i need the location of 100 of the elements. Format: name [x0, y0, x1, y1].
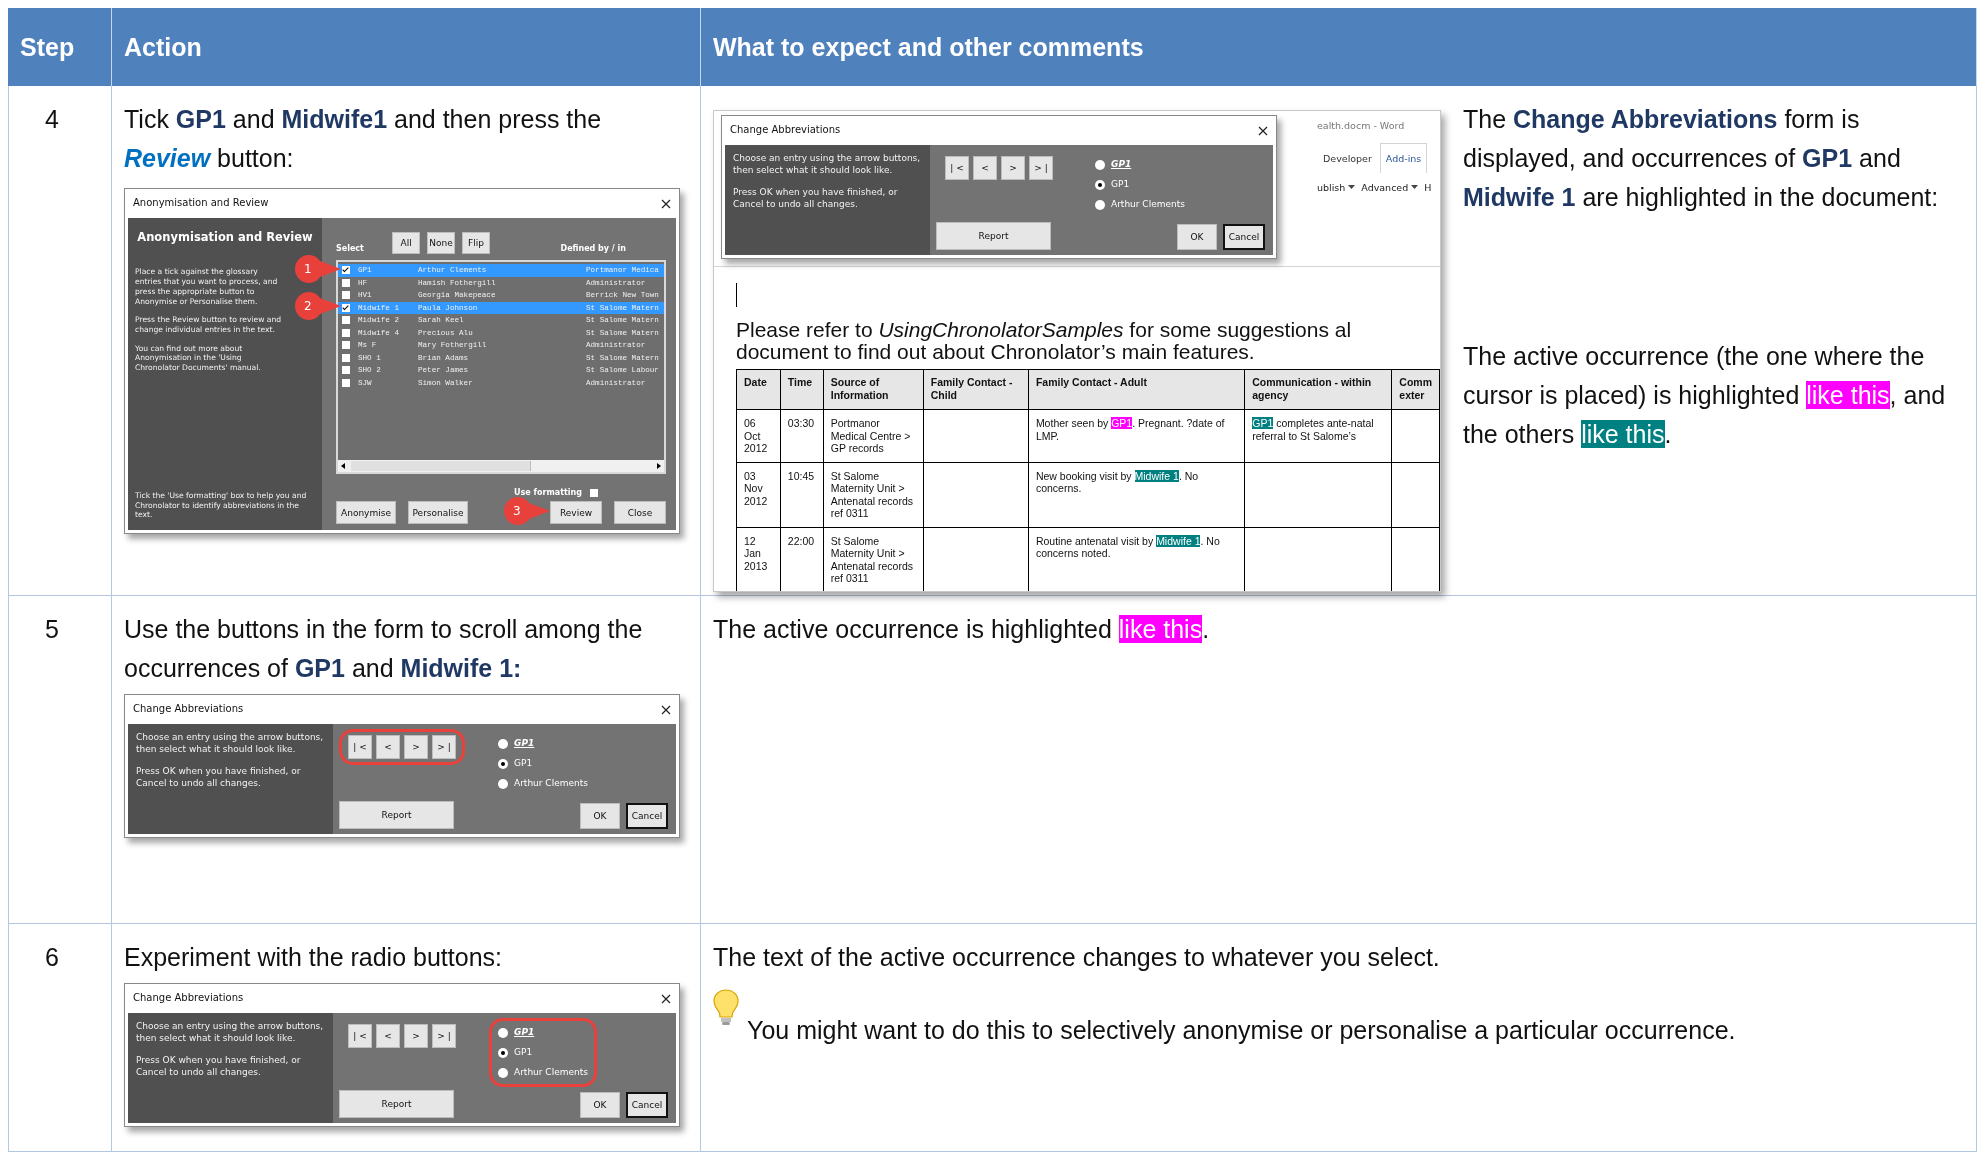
- radio-option[interactable]: GP1: [498, 1024, 588, 1041]
- checkbox[interactable]: [342, 328, 350, 337]
- radio-option[interactable]: GP1: [498, 1044, 588, 1061]
- caret-icon: [1411, 185, 1419, 191]
- instruction-text: Press OK when you have finished, or Cancel to undo all changes.: [733, 187, 899, 211]
- cancel-button[interactable]: Cancel: [626, 803, 668, 829]
- radio-button[interactable]: [498, 1027, 508, 1038]
- cancel-button[interactable]: Cancel: [1223, 224, 1265, 250]
- column-header: Action: [112, 8, 701, 86]
- table-cell: Mother seen by GP1. Pregnant. ?date of LMP.: [1028, 409, 1245, 462]
- dialog-title: Change Abbreviations: [730, 124, 841, 137]
- radio-button[interactable]: [498, 758, 508, 769]
- ribbon-command[interactable]: Advanced: [1361, 182, 1419, 194]
- dialog-button[interactable]: Personalise: [408, 501, 468, 524]
- ok-button[interactable]: OK: [1177, 224, 1217, 250]
- column-label: Defined by / in: [560, 244, 626, 254]
- ribbon-command[interactable]: ublish: [1317, 182, 1356, 194]
- select-button[interactable]: None: [427, 232, 456, 254]
- checkbox[interactable]: [342, 291, 350, 300]
- instruction-text: Press OK when you have finished, or Cancel to undo all changes.: [136, 1055, 302, 1079]
- navigation-button[interactable]: | <: [348, 1024, 372, 1048]
- comment-text: The active occurrence is highlighted like this.: [713, 614, 1211, 645]
- navigation-button[interactable]: > |: [432, 735, 456, 759]
- column-header: Source of Information: [823, 369, 924, 410]
- checkbox[interactable]: [342, 353, 350, 362]
- report-button[interactable]: Report: [339, 801, 454, 829]
- dialog-button[interactable]: Anonymise: [336, 501, 396, 524]
- table-cell: 03 Nov 2012: [736, 462, 781, 527]
- select-button[interactable]: All: [392, 232, 421, 254]
- comment-text: The Change Abbreviations form is displayed, and occurrences of GP1 and Midwife 1 are highlighted in the document:: [1463, 104, 1940, 213]
- ok-button[interactable]: OK: [580, 1092, 620, 1118]
- radio-option[interactable]: GP1: [1095, 176, 1185, 193]
- ribbon-command[interactable]: H: [1424, 182, 1432, 194]
- navigation-button[interactable]: >: [404, 1024, 428, 1048]
- step-number: 4: [45, 104, 60, 135]
- table-cell: New booking visit by Midwife 1. No concerns.: [1028, 462, 1245, 527]
- dialog-button[interactable]: Review: [550, 501, 602, 524]
- column-header: Communication - within agency: [1244, 369, 1392, 410]
- navigation-button[interactable]: >: [404, 735, 428, 759]
- use-formatting-label: Use formatting: [514, 488, 582, 498]
- close-icon[interactable]: [661, 704, 671, 715]
- checkbox[interactable]: [342, 316, 350, 325]
- radio-option[interactable]: Arthur Clements: [1095, 196, 1185, 213]
- navigation-button[interactable]: > |: [432, 1024, 456, 1048]
- radio-button[interactable]: [498, 1067, 508, 1078]
- report-button[interactable]: Report: [339, 1090, 454, 1118]
- radio-button[interactable]: [1095, 159, 1105, 170]
- document-paragraph: Please refer to UsingChronolatorSamples for some suggestions al document to find out about Chronolator’s main features.: [736, 319, 1353, 363]
- navigation-button[interactable]: <: [376, 1024, 400, 1048]
- column-header: Family Contact - Adult: [1028, 369, 1245, 410]
- dialog-title: Anonymisation and Review: [133, 197, 269, 210]
- checkbox[interactable]: [342, 303, 350, 312]
- checkbox[interactable]: [342, 266, 350, 275]
- close-icon[interactable]: [1258, 125, 1268, 136]
- checkbox[interactable]: [342, 278, 350, 287]
- radio-button[interactable]: [1095, 199, 1105, 210]
- checkbox[interactable]: [590, 489, 598, 497]
- navigation-button[interactable]: <: [973, 156, 997, 180]
- close-icon[interactable]: [661, 198, 671, 209]
- navigation-button[interactable]: | <: [945, 156, 969, 180]
- dialog-title: Change Abbreviations: [133, 703, 244, 716]
- radio-option[interactable]: GP1: [498, 735, 588, 752]
- ok-button[interactable]: OK: [580, 803, 620, 829]
- scrollbar[interactable]: [338, 460, 664, 472]
- ribbon-tab[interactable]: Developer: [1317, 143, 1378, 173]
- lightbulb-icon: [713, 989, 739, 1027]
- step-callout: 2: [294, 291, 342, 321]
- navigation-button[interactable]: > |: [1029, 156, 1053, 180]
- step-callout: 1: [294, 254, 342, 284]
- report-button[interactable]: Report: [936, 222, 1051, 250]
- column-header: Date: [736, 369, 781, 410]
- table-cell: 12 Jan 2013: [736, 527, 781, 591]
- radio-option[interactable]: Arthur Clements: [498, 775, 588, 792]
- radio-button[interactable]: [1095, 179, 1105, 190]
- navigation-button[interactable]: >: [1001, 156, 1025, 180]
- caret-icon: [1348, 185, 1356, 191]
- radio-option[interactable]: GP1: [1095, 156, 1185, 173]
- radio-option[interactable]: Arthur Clements: [498, 1064, 588, 1081]
- checkbox[interactable]: [342, 378, 350, 387]
- checkbox[interactable]: [342, 366, 350, 375]
- table-cell: 03:30: [780, 409, 824, 462]
- close-icon[interactable]: [661, 993, 671, 1004]
- radio-option[interactable]: GP1: [498, 755, 588, 772]
- table-cell: St Salome Maternity Unit > Antenatal records ref 0311: [823, 462, 924, 527]
- cancel-button[interactable]: Cancel: [626, 1092, 668, 1118]
- radio-button[interactable]: [498, 738, 508, 749]
- navigation-button[interactable]: <: [376, 735, 400, 759]
- dialog-button[interactable]: Close: [614, 501, 666, 524]
- ribbon-tab[interactable]: Add-ins: [1379, 143, 1428, 173]
- action-text: Experiment with the radio buttons:: [124, 942, 503, 973]
- navigation-button[interactable]: | <: [348, 735, 372, 759]
- action-text: Use the buttons in the form to scroll among the occurrences of GP1 and Midwife 1:: [124, 614, 644, 684]
- radio-button[interactable]: [498, 778, 508, 789]
- checkbox[interactable]: [342, 341, 350, 350]
- select-button[interactable]: Flip: [462, 232, 491, 254]
- radio-button[interactable]: [498, 1047, 508, 1058]
- column-header: Family Contact - Child: [923, 369, 1029, 410]
- column-header: What to expect and other comments: [701, 8, 1977, 86]
- instruction-text: Choose an entry using the arrow buttons, then select what it should look like.: [733, 153, 922, 177]
- step-number: 6: [45, 942, 60, 973]
